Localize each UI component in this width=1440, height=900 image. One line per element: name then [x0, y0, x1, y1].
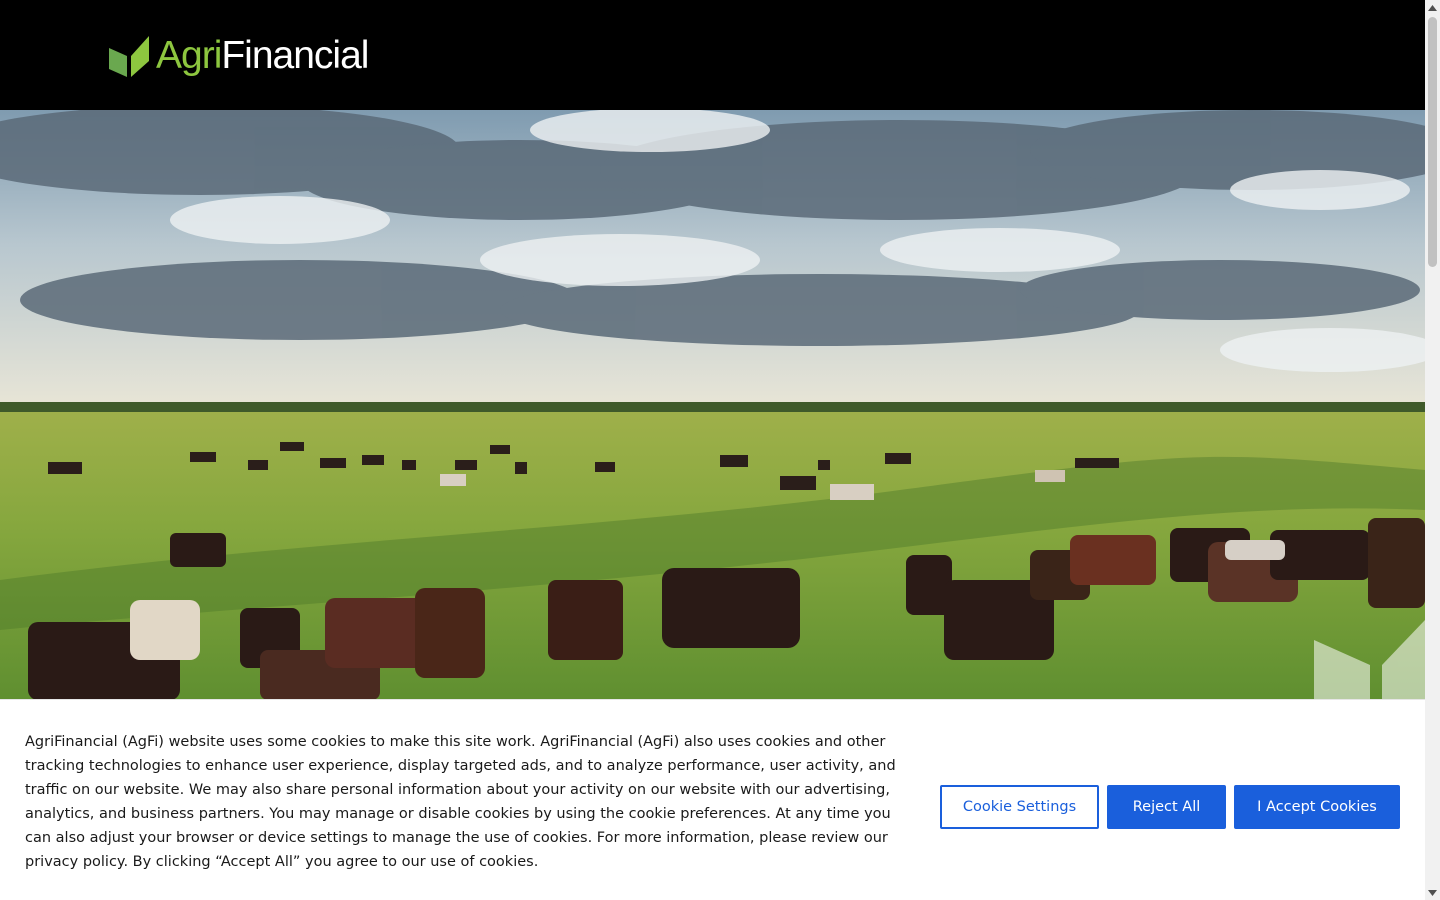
- scroll-up-arrow-icon[interactable]: [1425, 0, 1440, 15]
- logo-agri-text: Agri: [156, 33, 222, 77]
- hero-video: [0, 110, 1425, 700]
- scroll-down-arrow-icon[interactable]: [1425, 885, 1440, 900]
- logo-wordmark: AgriFinancial: [156, 33, 369, 78]
- leaf-logo-icon: [109, 35, 149, 77]
- cookie-consent-banner: AgriFinancial (AgFi) website uses some c…: [0, 699, 1425, 900]
- logo-financial-text: Financial: [221, 33, 369, 77]
- page: AgriFinancial AgriFinancial (AgFi) websi…: [0, 0, 1440, 900]
- cookie-settings-button[interactable]: Cookie Settings: [940, 785, 1099, 829]
- vertical-scrollbar[interactable]: [1425, 0, 1440, 900]
- accept-cookies-button[interactable]: I Accept Cookies: [1234, 785, 1400, 829]
- site-header: AgriFinancial: [0, 0, 1425, 110]
- reject-all-button[interactable]: Reject All: [1107, 785, 1226, 829]
- cookie-notice-text: AgriFinancial (AgFi) website uses some c…: [25, 734, 896, 870]
- scrollbar-thumb[interactable]: [1428, 17, 1437, 267]
- agrifinancial-logo[interactable]: AgriFinancial: [107, 33, 369, 78]
- cookie-actions: Cookie Settings Reject All I Accept Cook…: [940, 785, 1400, 829]
- pasture-scene-image: [0, 110, 1425, 700]
